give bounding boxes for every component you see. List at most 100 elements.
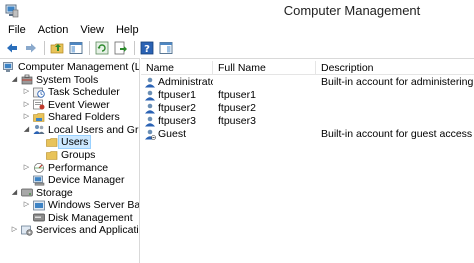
expand-arrow-icon[interactable]: ▷	[22, 113, 31, 122]
column-header-name[interactable]: Name	[141, 61, 213, 75]
tree-item-shared-folders[interactable]: ▷ Shared Folders	[22, 111, 120, 124]
menu-bar: File Action View Help	[0, 22, 474, 38]
svg-text:?: ?	[144, 44, 150, 55]
console-tree: Computer Management (Local ◢ System Tool…	[0, 58, 140, 263]
disk-icon	[33, 213, 45, 222]
properties-pane-icon	[159, 42, 172, 54]
tree-item-label: Performance	[48, 161, 109, 174]
cell-name: Administrator	[158, 76, 213, 88]
cell-name: ftpuser3	[158, 115, 196, 127]
refresh-button[interactable]	[94, 40, 110, 56]
tree-item-task-scheduler[interactable]: ▷ Task Scheduler	[22, 86, 120, 99]
toolbar-separator	[89, 41, 90, 55]
forward-button[interactable]	[23, 40, 39, 56]
tree-item-system-tools[interactable]: ◢ System Tools	[10, 74, 98, 87]
back-button[interactable]	[4, 40, 20, 56]
computer-icon	[3, 61, 13, 72]
collapse-arrow-icon[interactable]: ◢	[10, 188, 19, 197]
show-hide-tree-icon	[69, 42, 82, 54]
tree-item-label: Local Users and Groups	[48, 123, 139, 136]
backup-icon	[33, 200, 45, 211]
tree-item-label: System Tools	[36, 73, 99, 86]
menu-file[interactable]: File	[0, 22, 32, 38]
tree-item-label: Computer Management (Local	[18, 61, 140, 74]
menu-view[interactable]: View	[74, 22, 110, 38]
table-row[interactable]: ftpuser3 ftpuser3	[141, 115, 474, 128]
storage-icon	[21, 188, 33, 197]
show-hide-console-tree-button[interactable]	[68, 40, 84, 56]
device-manager-icon	[33, 175, 45, 186]
tree-item-windows-server-backup[interactable]: ▷ Windows Server Backup	[22, 199, 140, 212]
cell-description: Built-in account for administering...	[321, 76, 473, 88]
tree-item-label: Groups	[61, 149, 96, 162]
export-list-icon	[114, 41, 127, 55]
tree-item-computer-management[interactable]: Computer Management (Local	[3, 61, 140, 74]
tree-item-users[interactable]: Users	[46, 135, 92, 150]
cell-full-name: ftpuser2	[218, 102, 256, 114]
tree-item-event-viewer[interactable]: ▷ Event Viewer	[22, 99, 110, 112]
help-button[interactable]: ?	[139, 40, 155, 56]
collapse-arrow-icon[interactable]: ◢	[22, 125, 31, 134]
refresh-icon	[95, 41, 109, 55]
back-arrow-icon	[7, 43, 17, 53]
performance-icon	[34, 163, 44, 174]
window-title: Computer Management	[283, 3, 421, 18]
cell-name: Guest	[158, 128, 187, 140]
up-one-level-button[interactable]	[49, 40, 65, 56]
table-row[interactable]: Guest Built-in account for guest access …	[141, 128, 474, 141]
cell-name: ftpuser2	[158, 102, 196, 114]
tree-item-performance[interactable]: ▷ Performance	[22, 162, 108, 175]
cell-description: Built-in account for guest access t...	[321, 128, 473, 140]
table-row[interactable]: ftpuser1 ftpuser1	[141, 89, 474, 102]
tree-item-label: Windows Server Backup	[48, 199, 140, 212]
user-icon	[145, 103, 155, 114]
tree-item-local-users-and-groups[interactable]: ◢ Local Users and Groups	[22, 123, 139, 137]
toolbar-separator	[44, 41, 45, 55]
expand-arrow-icon[interactable]: ▷	[22, 163, 31, 172]
toolbar-separator	[134, 41, 135, 55]
tree-item-disk-management[interactable]: Disk Management	[33, 212, 133, 225]
menu-help[interactable]: Help	[110, 22, 145, 38]
show-hide-action-pane-button[interactable]	[158, 40, 174, 56]
services-icon	[21, 225, 33, 236]
tree-item-label: Task Scheduler	[48, 86, 120, 99]
users-list-view: Name Full Name Description Administrator…	[141, 58, 474, 263]
user-disabled-icon	[145, 129, 156, 140]
clock-icon	[33, 87, 45, 98]
tree-item-device-manager[interactable]: Device Manager	[33, 174, 124, 187]
cell-full-name: ftpuser3	[218, 115, 256, 127]
table-row[interactable]: ftpuser2 ftpuser2	[141, 102, 474, 115]
expand-arrow-icon[interactable]: ▷	[22, 100, 31, 109]
tree-item-label: Services and Applications	[36, 224, 139, 237]
forward-arrow-icon	[26, 43, 36, 53]
tree-item-label: Storage	[36, 186, 73, 199]
folder-icon	[46, 137, 58, 147]
tree-item-services-and-applications[interactable]: ▷ Services and Applications	[10, 224, 139, 237]
tree-item-label: Disk Management	[48, 211, 133, 224]
event-viewer-icon	[33, 99, 45, 110]
column-header-description[interactable]: Description	[316, 61, 474, 75]
cell-full-name: ftpuser1	[218, 89, 256, 101]
tree-item-label: Device Manager	[48, 174, 125, 187]
folder-up-icon	[50, 43, 63, 54]
column-header-full-name[interactable]: Full Name	[213, 61, 316, 75]
user-icon	[145, 77, 155, 88]
tree-item-label: Event Viewer	[48, 98, 110, 111]
menu-action[interactable]: Action	[32, 22, 75, 38]
tree-item-groups[interactable]: Groups	[46, 149, 95, 162]
tree-item-storage[interactable]: ◢ Storage	[10, 187, 73, 200]
table-row[interactable]: Administrator Built-in account for admin…	[141, 76, 474, 89]
shared-folder-icon	[33, 112, 45, 122]
users-group-icon	[33, 125, 45, 135]
expand-arrow-icon[interactable]: ▷	[22, 88, 31, 97]
export-list-button[interactable]	[113, 40, 129, 56]
tools-icon	[21, 74, 33, 85]
expand-arrow-icon[interactable]: ▷	[10, 226, 19, 235]
expand-arrow-icon[interactable]: ▷	[22, 201, 31, 210]
cell-name: ftpuser1	[158, 89, 196, 101]
help-icon: ?	[140, 41, 154, 55]
list-header: Name Full Name Description	[141, 61, 474, 75]
collapse-arrow-icon[interactable]: ◢	[10, 75, 19, 84]
title-bar: Computer Management	[0, 0, 474, 22]
user-icon	[145, 90, 155, 101]
